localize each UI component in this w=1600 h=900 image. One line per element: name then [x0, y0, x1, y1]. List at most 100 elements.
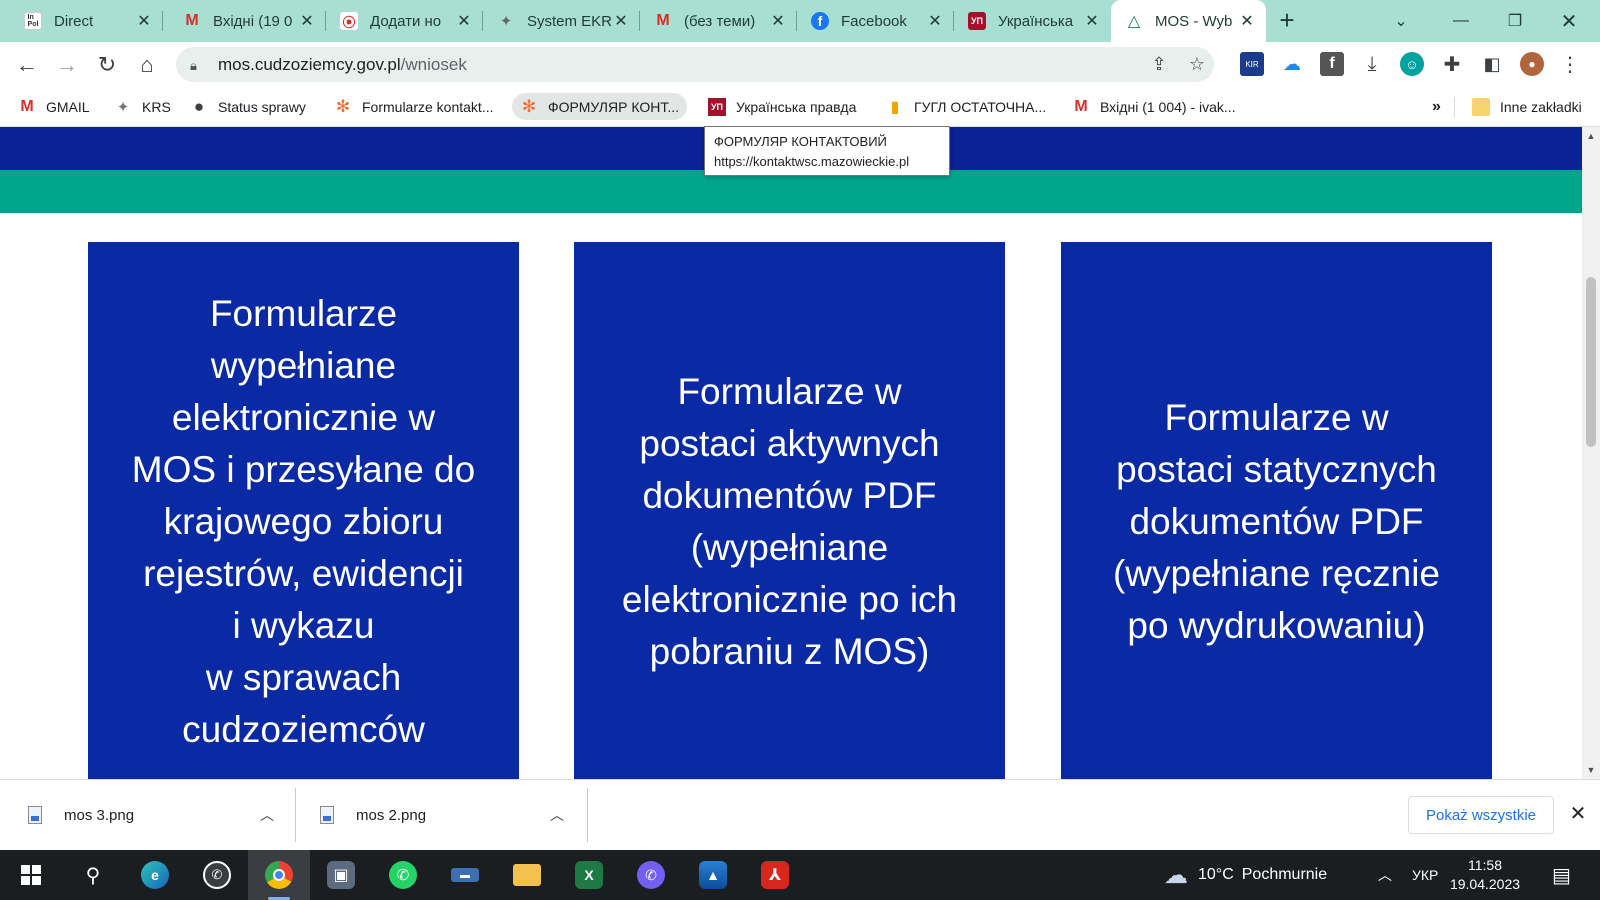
tab-gmail-inbox[interactable]: M Вхідні (19 0 ✕ [163, 0, 326, 42]
joomla-icon: ✻ [521, 96, 537, 116]
page-scrollbar[interactable]: ▲ ▼ [1582, 127, 1600, 779]
joomla-icon: ✻ [335, 96, 351, 116]
card-title: Formularze w postaci aktywnych dokumentów … [622, 366, 957, 678]
other-bookmarks-folder[interactable]: Inne zakładki [1464, 93, 1590, 120]
mos-icon: △ [1127, 13, 1141, 30]
language-indicator[interactable]: УКР [1412, 850, 1438, 900]
bookmark-status-sprawy[interactable]: ● Status sprawy [182, 93, 314, 120]
card-title-line: pobraniu z MOS) [649, 631, 930, 672]
download-item[interactable]: mos 3.png ︿ [28, 780, 288, 850]
tab-direct[interactable]: In Pol Direct ✕ [0, 0, 163, 42]
facebook-extension-icon[interactable]: f [1320, 52, 1344, 76]
reload-icon[interactable]: ↻ [92, 50, 122, 80]
card-electronic-forms[interactable]: Formularze wypełniane elektronicznie w MOS … [88, 242, 519, 779]
photos-icon[interactable]: ▲ [682, 850, 744, 900]
bookmark-formular-kontaktovyi[interactable]: ✻ ФОРМУЛЯР КОНТ... [512, 93, 687, 120]
onedrive-icon[interactable]: ☁ [1280, 52, 1304, 76]
acrobat-icon[interactable]: ⅄ [744, 850, 806, 900]
eagle-icon: ✦ [116, 98, 130, 116]
new-tab-button[interactable]: + [1272, 6, 1302, 36]
close-icon[interactable]: ✕ [135, 11, 153, 31]
share-icon[interactable]: ⇪ [1144, 47, 1174, 82]
extensions-puzzle-icon[interactable]: ✚ [1440, 52, 1464, 76]
bookmark-gmail[interactable]: M GMAIL [10, 93, 98, 120]
kir-extension-icon[interactable]: KIR [1240, 52, 1264, 76]
close-icon[interactable]: ✕ [769, 11, 787, 31]
start-icon[interactable] [0, 850, 62, 900]
show-all-downloads-button[interactable]: Pokaż wszystkie [1408, 796, 1554, 834]
card-title-line: po wydrukowaniu) [1127, 605, 1426, 646]
browser-toolbar: ← → ↻ ⌂ 🔒︎ mos.cudzoziemcy.gov.pl/wniose… [0, 42, 1600, 87]
card-title: Formularze wypełniane elektronicznie w MOS … [132, 288, 475, 756]
show-hidden-icons-icon[interactable]: ︿ [1378, 850, 1392, 900]
tab-search-icon[interactable]: ⌄ [1378, 0, 1424, 42]
eagle-icon: ✦ [499, 13, 513, 30]
address-bar[interactable]: 🔒︎ mos.cudzoziemcy.gov.pl/wniosek ⇪ ☆ [176, 47, 1214, 82]
search-icon[interactable]: ⚲ [62, 850, 124, 900]
download-item[interactable]: mos 2.png ︿ [320, 780, 580, 850]
tab-system-ekr[interactable]: ✦ System EKR ✕ [483, 0, 640, 42]
notifications-icon[interactable]: ▤ [1552, 850, 1571, 900]
system-clock[interactable]: 11:58 19.04.2023 [1440, 856, 1530, 894]
gmail-icon: M [185, 12, 199, 29]
bookmark-formularze-kontakt[interactable]: ✻ Formularze kontakt... [326, 93, 502, 120]
close-icon[interactable]: ✕ [612, 11, 630, 31]
bookmarks-overflow-button[interactable]: » [1424, 93, 1449, 120]
scroll-up-icon[interactable]: ▲ [1582, 131, 1600, 141]
scanner-icon[interactable]: ▬ [434, 850, 496, 900]
close-icon[interactable]: ✕ [298, 11, 316, 31]
scroll-down-icon[interactable]: ▼ [1582, 765, 1600, 775]
tab-ukrainska-pravda[interactable]: УП Українська ✕ [954, 0, 1111, 42]
bookmark-krs[interactable]: ✦ KRS [106, 93, 179, 120]
bookmark-gmail-inbox[interactable]: M Вхідні (1 004) - ivak... [1064, 93, 1244, 120]
bookmark-ukrainska-pravda[interactable]: УП Українська правда [700, 93, 864, 120]
close-icon[interactable]: ✕ [1238, 11, 1256, 31]
back-icon[interactable]: ← [12, 50, 42, 80]
bookmark-star-icon[interactable]: ☆ [1182, 47, 1212, 82]
bookmark-google-analytics[interactable]: ▮ ГУГЛ ОСТАТОЧНА... [878, 93, 1054, 120]
windows-taskbar: ⚲ e ✆ ▣ ✆ ▬ X ✆ ▲ ⅄ ☁ 10°C Pochmurnie ︿ … [0, 850, 1600, 900]
card-static-pdf-forms[interactable]: Formularze w postaci statycznych dokumentó… [1061, 242, 1492, 779]
weather-widget[interactable]: ☁ 10°C Pochmurnie [1164, 850, 1327, 900]
forward-icon[interactable]: → [52, 50, 82, 80]
whatsapp-icon[interactable]: ✆ [372, 850, 434, 900]
close-icon[interactable]: ✕ [926, 11, 944, 31]
minimize-button[interactable]: — [1438, 0, 1484, 42]
chevron-up-icon[interactable]: ︿ [550, 805, 564, 825]
card-title-line: (wypełniane ręcznie [1112, 553, 1440, 594]
close-icon[interactable]: ✕ [455, 11, 473, 31]
tab-add-new[interactable]: ⦿ Додати но ✕ [326, 0, 483, 42]
tab-gmail-no-subject[interactable]: M (без теми) ✕ [640, 0, 797, 42]
card-active-pdf-forms[interactable]: Formularze w postaci aktywnych dokumentów … [574, 242, 1005, 779]
home-icon[interactable]: ⌂ [132, 50, 162, 80]
excel-icon[interactable]: X [558, 850, 620, 900]
close-window-button[interactable]: ✕ [1546, 0, 1592, 42]
scrollbar-thumb[interactable] [1586, 277, 1596, 447]
vpn-extension-icon[interactable]: ☺ [1400, 52, 1424, 76]
computer-icon[interactable]: ▣ [310, 850, 372, 900]
chevron-up-icon[interactable]: ︿ [260, 805, 274, 825]
edge-icon[interactable]: e [124, 850, 186, 900]
tab-facebook[interactable]: f Facebook ✕ [797, 0, 954, 42]
card-title-line: Formularze w [677, 371, 902, 412]
image-file-icon [28, 806, 42, 824]
viber-icon[interactable]: ✆ [620, 850, 682, 900]
whatsapp-icon[interactable]: ✆ [186, 850, 248, 900]
lock-icon[interactable]: 🔒︎ [190, 58, 204, 73]
chrome-icon[interactable] [248, 850, 310, 900]
restore-button[interactable]: ❐ [1492, 0, 1538, 42]
close-icon[interactable]: ✕ [1083, 11, 1101, 31]
close-shelf-icon[interactable]: ✕ [1566, 802, 1590, 826]
tab-mos-active[interactable]: △ MOS - Wyb ✕ [1111, 0, 1266, 42]
download-icon[interactable]: ⤓ [1360, 52, 1384, 76]
menu-kebab-icon[interactable]: ⋮ [1558, 52, 1582, 76]
card-title: Formularze w postaci statycznych dokumentó… [1113, 392, 1440, 652]
card-title-line: dokumentów PDF [1129, 501, 1424, 542]
card-title-line: dokumentów PDF [642, 475, 937, 516]
tooltip-url: https://kontaktwsc.mazowieckie.pl [714, 154, 910, 169]
file-explorer-icon[interactable] [496, 850, 558, 900]
page-content: Formularze wypełniane elektronicznie w MOS … [0, 127, 1582, 779]
pin-icon: ⦿ [340, 12, 358, 30]
side-panel-icon[interactable]: ◧ [1480, 52, 1504, 76]
profile-avatar[interactable]: ● [1520, 52, 1544, 76]
